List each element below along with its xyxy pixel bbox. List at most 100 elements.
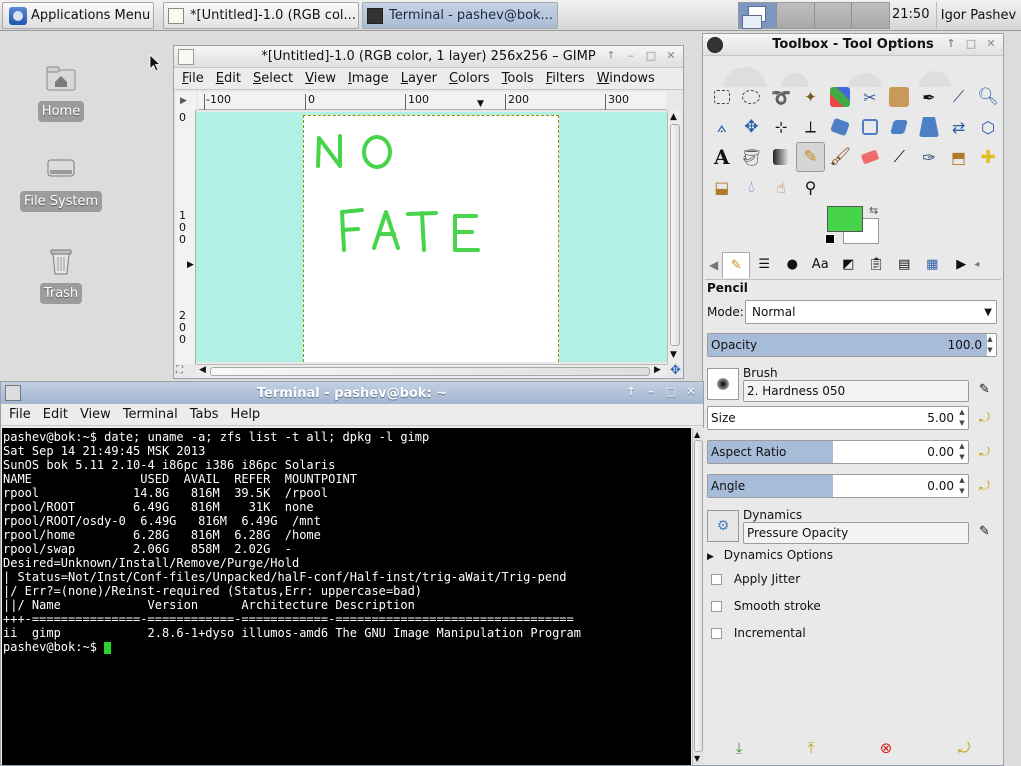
tabs-scroll-right-icon[interactable]: ▶ bbox=[956, 257, 966, 272]
menu-file[interactable]: File bbox=[176, 71, 210, 86]
clone-tool[interactable]: ⬒ bbox=[944, 142, 974, 172]
edit-brush-icon[interactable]: ✎ bbox=[979, 382, 995, 398]
eraser-tool[interactable] bbox=[855, 142, 885, 172]
vertical-ruler[interactable]: 0 1 0 0 2 0 0 ▶ bbox=[176, 110, 196, 364]
delete-options-icon[interactable]: ⊗ bbox=[880, 739, 893, 757]
foreground-select-tool[interactable] bbox=[885, 82, 915, 112]
select-by-color-tool[interactable] bbox=[825, 82, 855, 112]
opacity-slider[interactable]: Opacity 100.0 ▲ ▼ bbox=[707, 333, 997, 357]
menu-edit[interactable]: Edit bbox=[210, 71, 247, 86]
airbrush-tool[interactable]: ⟋ bbox=[885, 142, 915, 172]
perspective-tool[interactable] bbox=[914, 112, 944, 142]
spinner-icon[interactable]: ▲ ▼ bbox=[956, 407, 968, 429]
smooth-stroke-checkbox[interactable]: Smooth stroke bbox=[711, 599, 1001, 613]
desktop-icon-trash[interactable]: Trash bbox=[16, 244, 106, 304]
spinner-icon[interactable]: ▲ ▼ bbox=[984, 334, 996, 356]
bucket-fill-tool[interactable]: 🪣︎ bbox=[737, 142, 767, 172]
menu-colors[interactable]: Colors bbox=[443, 71, 496, 86]
workspace-3[interactable] bbox=[814, 3, 853, 28]
menu-help[interactable]: Help bbox=[225, 407, 267, 422]
applications-menu-button[interactable]: Applications Menu bbox=[2, 2, 154, 29]
menu-select[interactable]: Select bbox=[247, 71, 299, 86]
ink-tool[interactable]: ✑ bbox=[914, 142, 944, 172]
terminal-output[interactable]: pashev@bok:~$ date; uname -a; zfs list -… bbox=[2, 428, 691, 765]
crop-tool[interactable]: ⟂ bbox=[796, 112, 826, 142]
reset-options-icon[interactable]: ⤾ bbox=[958, 739, 971, 757]
horizontal-scrollbar[interactable]: ⛶ ◀ ▶ ✥ bbox=[176, 363, 681, 378]
image-canvas-area[interactable] bbox=[196, 112, 667, 362]
terminal-scroll-thumb[interactable] bbox=[694, 440, 703, 752]
restore-options-icon[interactable]: ⤒ bbox=[808, 739, 815, 757]
panel-clock[interactable]: 21:50 bbox=[892, 7, 929, 22]
scroll-right-icon[interactable]: ▶ bbox=[654, 365, 661, 375]
tab-layers[interactable]: ☰ bbox=[750, 252, 778, 278]
foreground-color-swatch[interactable] bbox=[827, 206, 863, 232]
smudge-tool[interactable]: ☝ bbox=[766, 172, 796, 202]
menu-layer[interactable]: Layer bbox=[395, 71, 443, 86]
tabs-scroll-left-icon[interactable]: ◀ bbox=[709, 258, 718, 272]
brush-name-field[interactable]: 2. Hardness 050 bbox=[743, 380, 969, 402]
size-slider[interactable]: Size 5.00 ▲ ▼ bbox=[707, 406, 969, 430]
scroll-up-icon[interactable]: ▲ bbox=[670, 112, 677, 122]
perspective-clone-tool[interactable]: ⬓ bbox=[707, 172, 737, 202]
menu-terminal[interactable]: Terminal bbox=[117, 407, 184, 422]
fuzzy-select-tool[interactable]: ✦ bbox=[796, 82, 826, 112]
menu-view[interactable]: View bbox=[74, 407, 117, 422]
tab-histogram[interactable]: ▦ bbox=[918, 252, 946, 278]
close-icon[interactable]: ✕ bbox=[683, 384, 699, 400]
ellipse-select-tool[interactable] bbox=[737, 82, 767, 112]
tab-document-history[interactable]: 📋︎ bbox=[862, 252, 890, 278]
image-layer[interactable] bbox=[303, 115, 559, 362]
zoom-tool[interactable]: 🔍︎ bbox=[973, 82, 1003, 112]
free-select-tool[interactable]: ➰ bbox=[766, 82, 796, 112]
text-tool[interactable]: A bbox=[707, 142, 737, 172]
close-icon[interactable]: ✕ bbox=[663, 48, 679, 64]
rect-select-tool[interactable] bbox=[707, 82, 737, 112]
checkbox-box[interactable] bbox=[711, 628, 722, 639]
checkbox-box[interactable] bbox=[711, 601, 722, 612]
desktop-icon-home[interactable]: Home bbox=[16, 62, 106, 122]
blend-tool[interactable] bbox=[766, 142, 796, 172]
toolbox-titlebar[interactable]: Toolbox - Tool Options ↑ □ ✕ bbox=[703, 34, 1003, 56]
dynamics-preview[interactable]: ⚙ bbox=[707, 510, 739, 542]
desktop-icon-filesystem[interactable]: File System bbox=[16, 152, 106, 212]
scroll-down-icon[interactable]: ▼ bbox=[694, 754, 700, 763]
window-up-icon[interactable]: ↑ bbox=[943, 36, 959, 52]
rotate-tool[interactable] bbox=[825, 112, 855, 142]
navigate-icon[interactable]: ✥ bbox=[670, 363, 681, 378]
dynamics-options-expander[interactable]: ▶ Dynamics Options bbox=[707, 548, 997, 562]
taskbar-button-terminal[interactable]: Terminal - pashev@bok... bbox=[362, 2, 558, 29]
swap-colors-icon[interactable]: ⇆ bbox=[869, 204, 878, 217]
close-icon[interactable]: ✕ bbox=[983, 36, 999, 52]
mode-select[interactable]: Normal ▼ bbox=[745, 300, 997, 324]
horizontal-scroll-thumb[interactable] bbox=[210, 367, 650, 376]
paintbrush-tool[interactable]: 🖌︎ bbox=[825, 142, 855, 172]
scroll-up-icon[interactable]: ▲ bbox=[694, 430, 700, 439]
angle-slider[interactable]: Angle 0.00 ▲ ▼ bbox=[707, 474, 969, 498]
move-tool[interactable]: ✥ bbox=[737, 112, 767, 142]
terminal-titlebar[interactable]: Terminal - pashev@bok: ~ ↑ – □ ✕ bbox=[1, 382, 703, 404]
gimp-titlebar[interactable]: *[Untitled]-1.0 (RGB color, 1 layer) 256… bbox=[174, 46, 683, 68]
minimize-icon[interactable]: – bbox=[623, 48, 639, 64]
tab-tool-options[interactable]: ✎ bbox=[722, 251, 751, 278]
default-colors-icon[interactable] bbox=[825, 234, 835, 244]
save-options-icon[interactable]: ⤓ bbox=[736, 739, 743, 757]
scissors-tool[interactable]: ✂ bbox=[855, 82, 885, 112]
tab-images[interactable]: ▤ bbox=[890, 252, 918, 278]
tab-brushes[interactable]: ● bbox=[778, 252, 806, 278]
pencil-tool[interactable]: ✎ bbox=[795, 142, 826, 172]
menu-tools[interactable]: Tools bbox=[496, 71, 540, 86]
menu-windows[interactable]: Windows bbox=[591, 71, 661, 86]
menu-image[interactable]: Image bbox=[342, 71, 395, 86]
tab-colors[interactable]: ◩ bbox=[834, 252, 862, 278]
terminal-prompt-line[interactable]: pashev@bok:~$ bbox=[3, 640, 690, 654]
measure-tool[interactable]: ⟑ bbox=[707, 112, 737, 142]
vertical-scroll-thumb[interactable] bbox=[670, 124, 680, 346]
align-tool[interactable]: ⊹ bbox=[766, 112, 796, 142]
window-up-icon[interactable]: ↑ bbox=[603, 48, 619, 64]
aspect-ratio-slider[interactable]: Aspect Ratio 0.00 ▲ ▼ bbox=[707, 440, 969, 464]
color-picker-tool[interactable]: ⟋ bbox=[944, 82, 974, 112]
brush-preview[interactable] bbox=[707, 368, 739, 400]
blur-sharpen-tool[interactable]: 💧︎ bbox=[737, 172, 767, 202]
workspace-4[interactable] bbox=[852, 3, 889, 28]
